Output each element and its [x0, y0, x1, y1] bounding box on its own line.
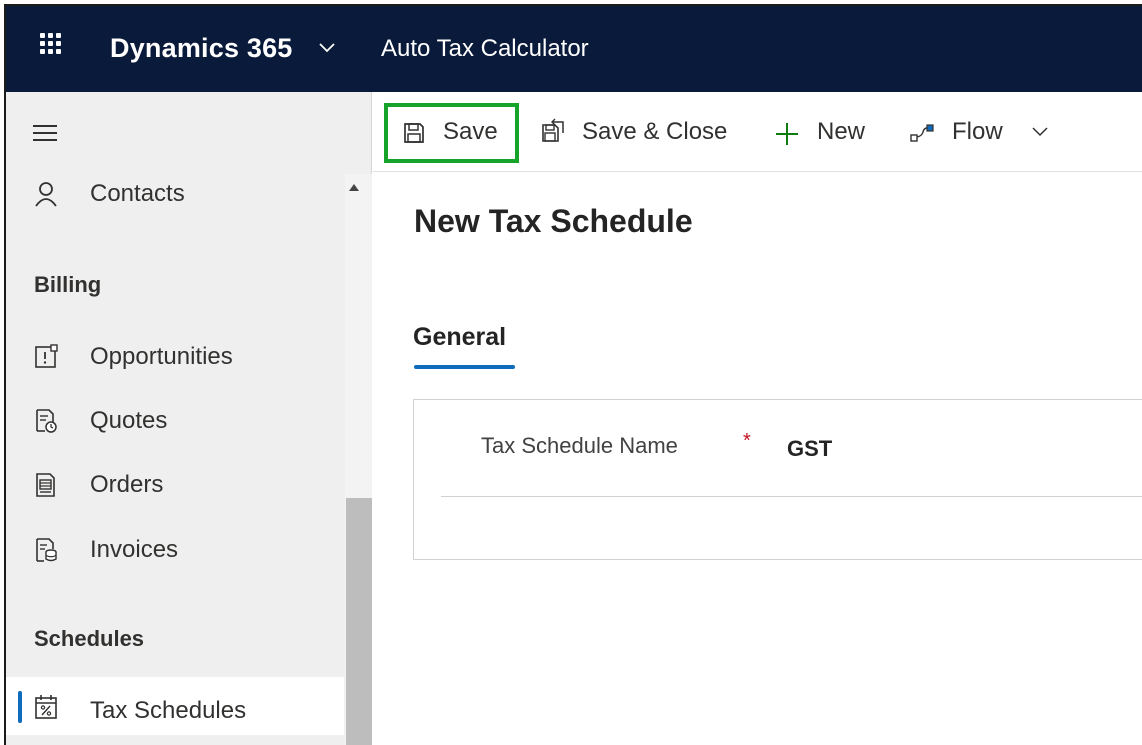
app-name[interactable]: Dynamics 365 — [110, 33, 293, 64]
page-title: New Tax Schedule — [414, 203, 693, 239]
save-label: Save — [443, 118, 498, 145]
app-window: Dynamics 365 Auto Tax Calculator Contact… — [4, 4, 1142, 745]
sidebar-item-label: Orders — [90, 471, 164, 498]
flow-icon — [910, 124, 934, 142]
group-label-schedules: Schedules — [34, 626, 145, 651]
save-and-close-icon — [542, 118, 564, 142]
sidebar-item-label: Contacts — [90, 180, 185, 207]
top-navigation-bar: Dynamics 365 Auto Tax Calculator — [6, 6, 1142, 92]
sitemap-sidebar: Contacts Billing Opportunities Quotes Or… — [6, 92, 372, 745]
app-launcher-icon[interactable] — [38, 31, 64, 57]
selected-indicator — [18, 691, 22, 723]
calendar-percent-icon — [35, 695, 57, 719]
hamburger-menu-icon[interactable] — [33, 125, 57, 141]
tab-active-indicator — [414, 365, 515, 369]
flow-button[interactable]: Flow — [909, 92, 1059, 172]
save-button[interactable]: Save — [393, 92, 511, 172]
chevron-down-icon[interactable] — [1031, 126, 1049, 138]
form-content: New Tax Schedule General Tax Schedule Na… — [373, 173, 1142, 745]
order-icon — [36, 473, 55, 497]
save-and-close-button[interactable]: Save & Close — [541, 92, 739, 172]
group-label-billing: Billing — [34, 272, 102, 297]
tab-general[interactable]: General — [413, 323, 506, 352]
flow-label: Flow — [952, 118, 1003, 145]
sidebar-item-label: Quotes — [90, 407, 168, 434]
quote-icon — [36, 409, 57, 433]
field-divider — [441, 496, 1142, 497]
save-icon — [404, 123, 424, 143]
new-button[interactable]: New — [774, 92, 874, 172]
app-title[interactable]: Auto Tax Calculator — [381, 35, 589, 63]
person-icon — [35, 182, 57, 207]
invoice-icon — [36, 538, 57, 562]
form-section-general: Tax Schedule Name * GST — [413, 399, 1142, 560]
sidebar-item-quotes[interactable]: Quotes — [6, 393, 344, 451]
sidebar-item-tax-schedules[interactable]: Tax Schedules — [6, 677, 344, 735]
chevron-down-icon[interactable] — [318, 42, 336, 54]
sidebar-item-label: Opportunities — [90, 343, 233, 370]
sidebar-item-invoices[interactable]: Invoices — [6, 522, 344, 580]
opportunity-icon — [35, 344, 58, 368]
sidebar-item-label: Tax Schedules — [90, 697, 247, 724]
plus-icon — [776, 123, 798, 145]
save-and-close-label: Save & Close — [582, 118, 728, 145]
command-bar: Save Save & Close New Flow — [373, 92, 1142, 172]
scroll-up-icon[interactable] — [349, 184, 359, 191]
sidebar-item-orders[interactable]: Orders — [6, 457, 344, 515]
tax-schedule-name-field[interactable]: GST — [787, 436, 832, 462]
required-indicator: * — [743, 430, 751, 452]
sidebar-item-contacts[interactable]: Contacts — [6, 166, 344, 224]
sidebar-item-opportunities[interactable]: Opportunities — [6, 329, 344, 387]
sidebar-item-label: Invoices — [90, 536, 179, 563]
tax-schedule-name-label: Tax Schedule Name — [481, 433, 678, 458]
sidebar-scrollbar-thumb[interactable] — [346, 498, 372, 745]
new-label: New — [817, 118, 866, 145]
